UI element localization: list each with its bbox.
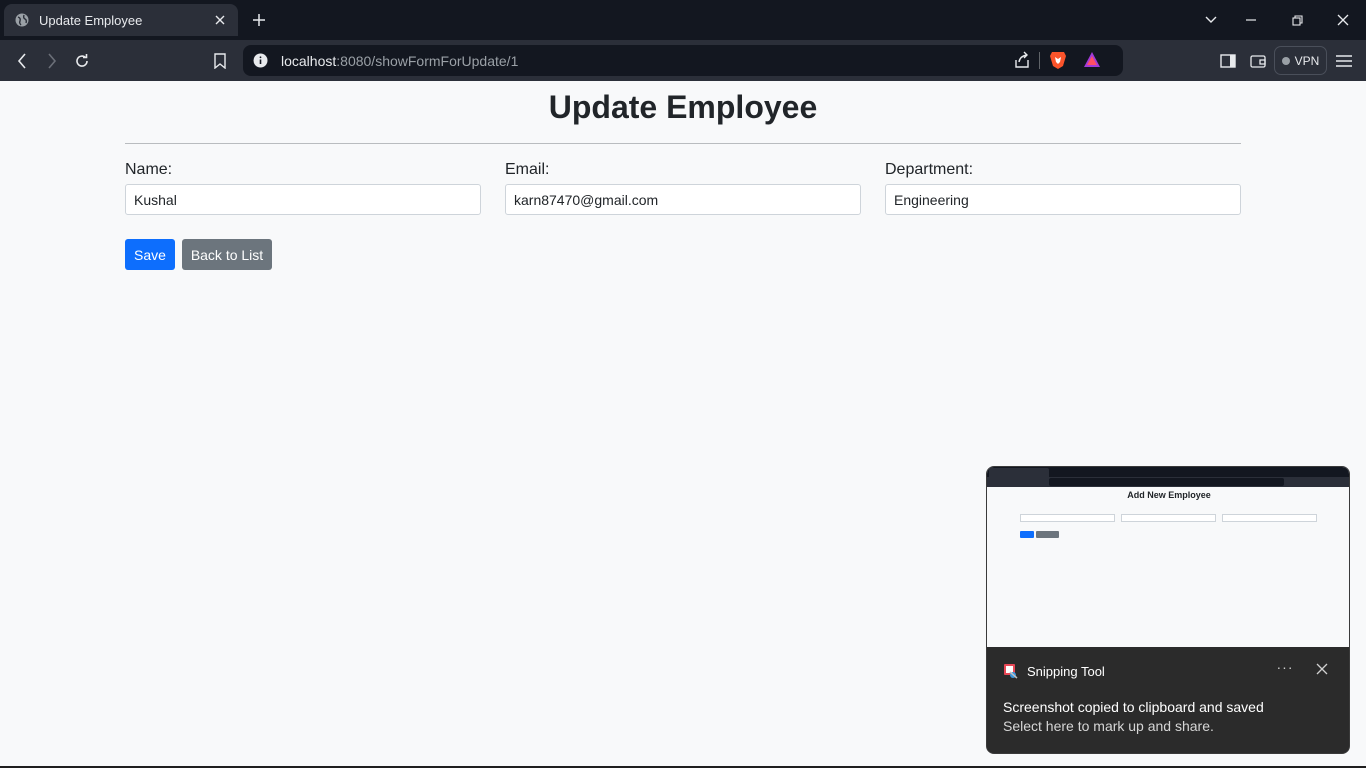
snipping-tool-notification[interactable]: Add New Employee Snipping Tool ··· Scree… (986, 466, 1350, 754)
name-input[interactable] (125, 184, 481, 215)
notification-body: Select here to mark up and share. (1003, 718, 1214, 734)
thumbnail-title: Add New Employee (1127, 490, 1211, 500)
notification-header: Snipping Tool (1003, 663, 1105, 679)
back-to-list-button[interactable]: Back to List (182, 239, 272, 270)
thumbnail-tab (989, 468, 1049, 477)
notification-app-name: Snipping Tool (1027, 663, 1105, 679)
restore-icon[interactable] (1274, 0, 1320, 40)
browser-tab-strip: Update Employee (0, 0, 1366, 40)
menu-icon[interactable] (1333, 50, 1355, 72)
site-info-icon[interactable] (253, 53, 268, 68)
bookmark-icon[interactable] (209, 50, 231, 72)
department-input[interactable] (885, 184, 1241, 215)
close-notification-icon[interactable] (1314, 661, 1330, 677)
department-label: Department: (885, 161, 974, 178)
minimize-icon[interactable] (1228, 0, 1274, 40)
vpn-button[interactable]: VPN (1274, 46, 1327, 75)
screenshot-thumbnail[interactable]: Add New Employee (987, 467, 1349, 647)
browser-tab[interactable]: Update Employee (4, 4, 238, 36)
email-field-group: Email: (505, 161, 861, 215)
save-button[interactable]: Save (125, 239, 175, 270)
tab-title: Update Employee (39, 12, 143, 28)
vpn-label: VPN (1294, 53, 1320, 68)
name-field-group: Name: (125, 161, 481, 215)
department-field-group: Department: (885, 161, 1241, 215)
thumbnail-input (1121, 514, 1216, 522)
globe-icon (14, 12, 30, 28)
snipping-tool-icon (1003, 663, 1019, 679)
thumbnail-save-button (1020, 531, 1034, 538)
brave-shields-icon[interactable] (1049, 50, 1067, 70)
thumbnail-address-bar (1049, 478, 1284, 486)
close-window-icon[interactable] (1320, 0, 1366, 40)
url-text[interactable]: localhost:8080/showFormForUpdate/1 (281, 53, 518, 69)
reload-icon[interactable] (71, 50, 93, 72)
new-tab-icon[interactable] (250, 11, 268, 29)
thumbnail-input (1222, 514, 1317, 522)
more-options-icon[interactable]: ··· (1275, 659, 1295, 679)
sidebar-toggle-icon[interactable] (1217, 50, 1239, 72)
forward-arrow-icon[interactable] (41, 50, 63, 72)
share-icon[interactable] (1013, 51, 1031, 69)
name-label: Name: (125, 161, 173, 178)
back-arrow-icon[interactable] (11, 50, 33, 72)
close-tab-icon[interactable] (212, 12, 228, 28)
thumbnail-input (1020, 514, 1115, 522)
url-divider (1039, 52, 1040, 69)
thumbnail-back-button (1036, 531, 1059, 538)
brave-rewards-icon[interactable] (1083, 51, 1101, 69)
email-input[interactable] (505, 184, 861, 215)
title-divider (125, 143, 1241, 144)
vpn-status-dot (1281, 56, 1290, 65)
email-label: Email: (505, 161, 550, 178)
notification-title: Screenshot copied to clipboard and saved (1003, 699, 1264, 715)
wallet-icon[interactable] (1247, 50, 1269, 72)
address-bar[interactable]: localhost:8080/showFormForUpdate/1 (243, 45, 1123, 76)
page-title: Update Employee (548, 89, 818, 125)
